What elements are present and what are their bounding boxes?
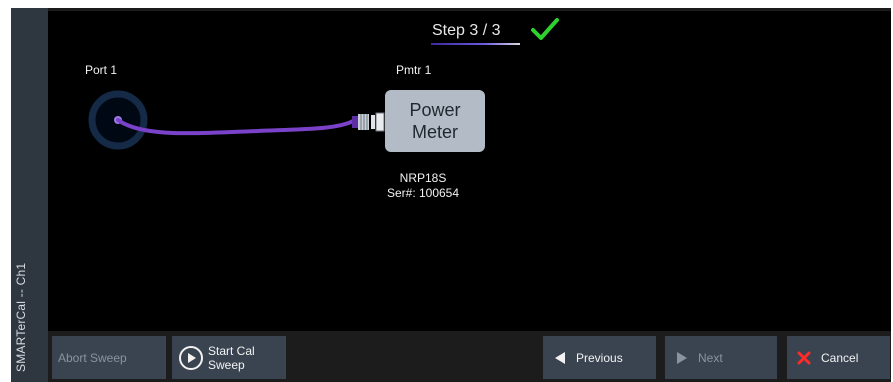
calibration-diagram: Step 3 / 3 Port 1 Pmtr 1 Power Meter NRP… [48,11,891,331]
power-meter-device: Power Meter [385,90,485,152]
start-label-line2: Sweep [208,357,245,372]
start-cal-sweep-button[interactable]: Start Cal Sweep [172,336,286,379]
arrow-right-icon [677,351,687,364]
side-strip: SMARTerCal -- Ch1 [11,8,48,382]
button-bar: Abort Sweep Start Cal Sweep Previous Nex… [48,334,891,382]
next-button[interactable]: Next [665,336,777,379]
device-model: NRP18S [399,171,447,185]
side-title: SMARTerCal -- Ch1 [14,262,28,372]
close-icon [797,351,811,364]
device-info: NRP18S Ser#: 100654 [368,171,478,201]
start-label-line1: Start Cal [208,343,255,358]
power-meter-text-line1: Power [409,100,461,120]
device-serial: Ser#: 100654 [386,186,460,200]
cancel-label: Cancel [821,350,859,365]
rf-cable [116,118,355,136]
start-cal-sweep-label: Start Cal Sweep [208,344,255,372]
arrow-left-icon [555,351,565,364]
power-meter-text-line2: Meter [411,122,458,142]
play-icon [179,345,203,370]
previous-label: Previous [576,350,623,365]
abort-sweep-label: Abort Sweep [58,350,127,365]
abort-sweep-button[interactable]: Abort Sweep [52,336,166,379]
next-label: Next [698,350,723,365]
cancel-button[interactable]: Cancel [787,336,890,379]
previous-button[interactable]: Previous [543,336,656,379]
calibration-wizard-panel: SMARTerCal -- Ch1 Step 3 / 3 Port 1 Pmtr… [11,8,891,382]
power-meter-connector-icon [352,112,385,132]
